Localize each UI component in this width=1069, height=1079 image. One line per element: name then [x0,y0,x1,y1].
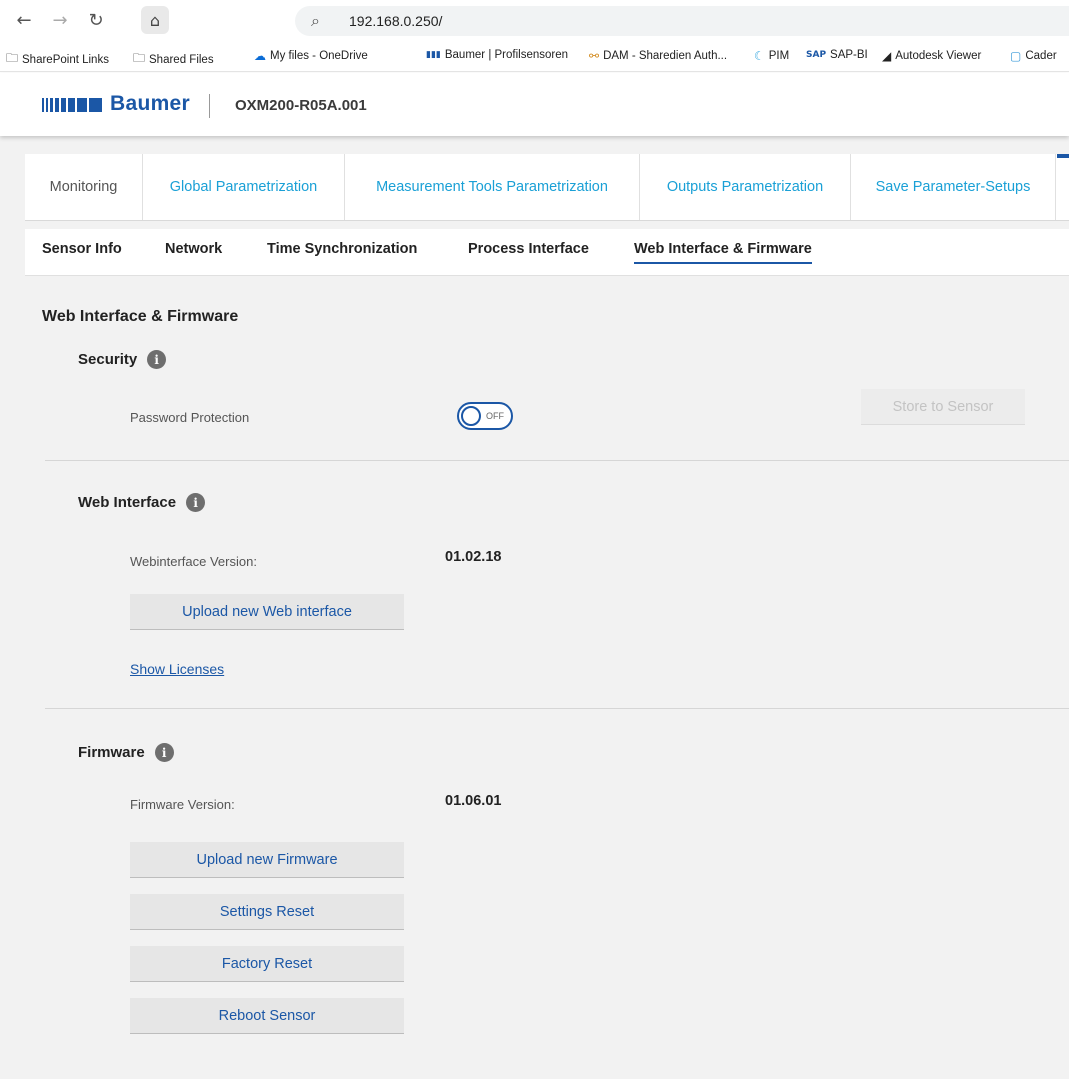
folder-icon: 🗀 [6,51,19,65]
onedrive-icon: ☁ [254,49,266,63]
show-licenses-link[interactable]: Show Licenses [130,661,224,677]
browser-toolbar: ← → ↻ ⌂ ⌕ 192.168.0.250/ [0,0,1069,40]
firmware-title: Firmware [78,744,145,761]
toggle-knob [461,406,481,426]
tab-save-parameter-setups[interactable]: Save Parameter-Setups [851,154,1056,220]
home-icon[interactable]: ⌂ [141,6,169,34]
tab-global-parametrization[interactable]: Global Parametrization [143,154,345,220]
forward-arrow-icon[interactable]: → [48,8,72,32]
bookmark-pim[interactable]: ☾ PIM [754,49,789,63]
address-text[interactable]: 192.168.0.250/ [349,13,442,29]
webinterface-version-value: 01.02.18 [445,549,502,565]
content-panel: Web Interface & Firmware Security i Pass… [25,276,1069,1079]
device-name: OXM200-R05A.001 [235,97,367,114]
upload-web-interface-button[interactable]: Upload new Web interface [130,594,404,630]
firmware-heading: Firmware i [78,743,174,762]
bookmark-shared-files[interactable]: 🗀 Shared Files [133,49,214,70]
page-title: Web Interface & Firmware [42,308,239,325]
firmware-version-label: Firmware Version: [130,797,235,812]
back-arrow-icon[interactable]: ← [12,8,36,32]
reload-icon[interactable]: ↻ [84,8,108,32]
autodesk-icon: ◢ [882,49,892,63]
subtab-web-interface-firmware[interactable]: Web Interface & Firmware [634,241,812,264]
section-divider [45,460,1069,461]
webinterface-version-label: Webinterface Version: [130,554,257,569]
web-interface-title: Web Interface [78,494,177,511]
tab-monitoring[interactable]: Monitoring [25,154,143,220]
password-protection-toggle[interactable]: OFF [457,402,513,430]
bookmark-baumer[interactable]: ▮▮▮ Baumer | Profilsensoren [426,49,568,61]
pim-icon: ☾ [754,49,765,63]
subtab-time-synchronization[interactable]: Time Synchronization [267,241,417,262]
security-title: Security [78,351,138,368]
search-icon: ⌕ [311,11,320,30]
app-header: Baumer OXM200-R05A.001 [0,73,1069,136]
web-interface-heading: Web Interface i [78,493,206,512]
section-divider [45,708,1069,709]
folder-icon: 🗀 [133,51,146,65]
tab-measurement-tools-parametrization[interactable]: Measurement Tools Parametrization [345,154,640,220]
header-divider [209,94,210,118]
brand-name: Baumer [110,92,190,115]
address-bar[interactable]: ⌕ 192.168.0.250/ [295,6,1069,36]
bookmark-dam[interactable]: ⚯ DAM - Sharedien Auth... [589,49,727,63]
bookmark-onedrive[interactable]: ☁ My files - OneDrive [254,49,368,63]
reboot-sensor-button[interactable]: Reboot Sensor [130,998,404,1034]
cadenas-icon: ▢ [1010,49,1022,63]
firmware-version-value: 01.06.01 [445,793,502,809]
bookmarks-bar: 🗀 SharePoint Links 🗀 Shared Files ☁ My file… [0,40,1069,72]
bookmark-sharepoint-links[interactable]: 🗀 SharePoint Links [6,49,109,70]
security-heading: Security i [78,350,167,369]
baumer-logo-icon [42,98,102,112]
store-to-sensor-button[interactable]: Store to Sensor [861,389,1025,425]
bookmark-cader[interactable]: ▢ Cader [1010,49,1057,63]
tab-corner-marker [1057,154,1069,158]
main-tabs: Monitoring Global Parametrization Measur… [25,154,1069,221]
bookmark-sap-bi[interactable]: SAP SAP-BI [806,49,868,61]
password-protection-label: Password Protection [130,410,250,425]
sub-navigation: Sensor Info Network Time Synchronization… [25,229,1069,276]
factory-reset-button[interactable]: Factory Reset [130,946,404,982]
info-icon[interactable]: i [154,743,174,762]
settings-reset-button[interactable]: Settings Reset [130,894,404,930]
tab-outputs-parametrization[interactable]: Outputs Parametrization [640,154,851,220]
sap-icon: SAP [806,50,827,60]
subtab-sensor-info[interactable]: Sensor Info [42,241,122,262]
baumer-icon: ▮▮▮ [426,50,441,60]
dam-icon: ⚯ [589,49,600,63]
bookmark-autodesk-viewer[interactable]: ◢ Autodesk Viewer [882,49,981,63]
info-icon[interactable]: i [186,493,206,512]
subtab-network[interactable]: Network [165,241,222,262]
info-icon[interactable]: i [147,350,167,369]
subtab-process-interface[interactable]: Process Interface [468,241,589,262]
upload-firmware-button[interactable]: Upload new Firmware [130,842,404,878]
toggle-state-label: OFF [486,411,504,421]
